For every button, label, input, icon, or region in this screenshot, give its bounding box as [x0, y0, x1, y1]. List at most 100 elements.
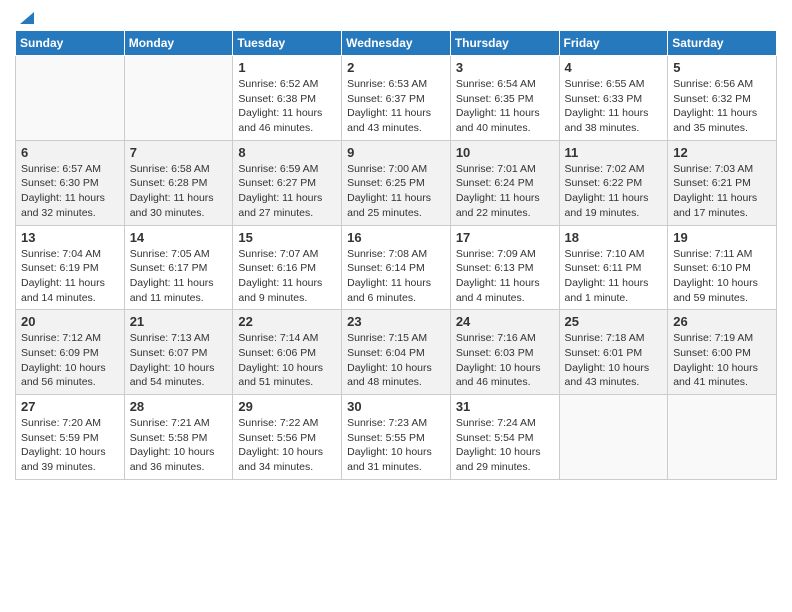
- calendar-day-cell: 1 Sunrise: 6:52 AM Sunset: 6:38 PM Daylig…: [233, 56, 342, 141]
- calendar-day-cell: [668, 395, 777, 480]
- day-number: 1: [238, 60, 336, 75]
- day-detail: Sunrise: 7:22 AM Sunset: 5:56 PM Dayligh…: [238, 416, 336, 475]
- calendar-day-cell: 6Sunrise: 6:57 AM Sunset: 6:30 PM Daylig…: [16, 140, 125, 225]
- day-number: 14: [130, 230, 228, 245]
- day-number: 5: [673, 60, 771, 75]
- calendar-week-row: 27Sunrise: 7:20 AM Sunset: 5:59 PM Dayli…: [16, 395, 777, 480]
- day-number: 8: [238, 145, 336, 160]
- calendar-week-row: 1 Sunrise: 6:52 AM Sunset: 6:38 PM Daylig…: [16, 56, 777, 141]
- calendar-day-cell: 4 Sunrise: 6:55 AM Sunset: 6:33 PM Daylig…: [559, 56, 668, 141]
- calendar-day-header: Tuesday: [233, 31, 342, 56]
- logo: [15, 10, 34, 22]
- calendar-day-cell: 26 Sunrise: 7:19 AM Sunset: 6:00 PM Dayli…: [668, 310, 777, 395]
- calendar-week-row: 6Sunrise: 6:57 AM Sunset: 6:30 PM Daylig…: [16, 140, 777, 225]
- calendar-day-cell: 22Sunrise: 7:14 AM Sunset: 6:06 PM Dayli…: [233, 310, 342, 395]
- day-detail: Sunrise: 7:09 AM Sunset: 6:13 PM Dayligh…: [456, 247, 554, 306]
- calendar-day-cell: 23 Sunrise: 7:15 AM Sunset: 6:04 PM Dayli…: [342, 310, 451, 395]
- day-detail: Sunrise: 7:02 AM Sunset: 6:22 PM Dayligh…: [565, 162, 663, 221]
- day-number: 22: [238, 314, 336, 329]
- calendar-day-cell: 31Sunrise: 7:24 AM Sunset: 5:54 PM Dayli…: [450, 395, 559, 480]
- day-detail: Sunrise: 6:52 AM Sunset: 6:38 PM Dayligh…: [238, 77, 336, 136]
- day-detail: Sunrise: 7:21 AM Sunset: 5:58 PM Dayligh…: [130, 416, 228, 475]
- calendar-day-cell: 15 Sunrise: 7:07 AM Sunset: 6:16 PM Dayli…: [233, 225, 342, 310]
- day-detail: Sunrise: 6:58 AM Sunset: 6:28 PM Dayligh…: [130, 162, 228, 221]
- day-number: 24: [456, 314, 554, 329]
- calendar-day-cell: [124, 56, 233, 141]
- calendar-day-cell: [16, 56, 125, 141]
- calendar-day-cell: 5 Sunrise: 6:56 AM Sunset: 6:32 PM Daylig…: [668, 56, 777, 141]
- day-number: 11: [565, 145, 663, 160]
- calendar-day-cell: 20 Sunrise: 7:12 AM Sunset: 6:09 PM Dayli…: [16, 310, 125, 395]
- logo-triangle-icon: [16, 8, 34, 26]
- calendar-day-cell: 2 Sunrise: 6:53 AM Sunset: 6:37 PM Daylig…: [342, 56, 451, 141]
- day-number: 23: [347, 314, 445, 329]
- calendar-day-header: Thursday: [450, 31, 559, 56]
- day-detail: Sunrise: 6:56 AM Sunset: 6:32 PM Dayligh…: [673, 77, 771, 136]
- calendar-table: SundayMondayTuesdayWednesdayThursdayFrid…: [15, 30, 777, 480]
- day-number: 16: [347, 230, 445, 245]
- day-number: 7: [130, 145, 228, 160]
- calendar-day-header: Wednesday: [342, 31, 451, 56]
- day-number: 17: [456, 230, 554, 245]
- day-number: 2: [347, 60, 445, 75]
- day-number: 31: [456, 399, 554, 414]
- day-detail: Sunrise: 7:12 AM Sunset: 6:09 PM Dayligh…: [21, 331, 119, 390]
- day-number: 20: [21, 314, 119, 329]
- day-number: 26: [673, 314, 771, 329]
- calendar-day-cell: 13Sunrise: 7:04 AM Sunset: 6:19 PM Dayli…: [16, 225, 125, 310]
- calendar-day-cell: 19Sunrise: 7:11 AM Sunset: 6:10 PM Dayli…: [668, 225, 777, 310]
- calendar-day-header: Monday: [124, 31, 233, 56]
- day-number: 9: [347, 145, 445, 160]
- day-number: 18: [565, 230, 663, 245]
- day-number: 10: [456, 145, 554, 160]
- day-number: 30: [347, 399, 445, 414]
- day-detail: Sunrise: 7:07 AM Sunset: 6:16 PM Dayligh…: [238, 247, 336, 306]
- calendar-week-row: 13Sunrise: 7:04 AM Sunset: 6:19 PM Dayli…: [16, 225, 777, 310]
- calendar-day-header: Saturday: [668, 31, 777, 56]
- calendar-day-cell: 17 Sunrise: 7:09 AM Sunset: 6:13 PM Dayli…: [450, 225, 559, 310]
- day-number: 21: [130, 314, 228, 329]
- day-detail: Sunrise: 7:16 AM Sunset: 6:03 PM Dayligh…: [456, 331, 554, 390]
- day-detail: Sunrise: 6:55 AM Sunset: 6:33 PM Dayligh…: [565, 77, 663, 136]
- calendar-day-header: Friday: [559, 31, 668, 56]
- day-detail: Sunrise: 7:01 AM Sunset: 6:24 PM Dayligh…: [456, 162, 554, 221]
- day-detail: Sunrise: 6:53 AM Sunset: 6:37 PM Dayligh…: [347, 77, 445, 136]
- day-detail: Sunrise: 6:59 AM Sunset: 6:27 PM Dayligh…: [238, 162, 336, 221]
- day-detail: Sunrise: 7:05 AM Sunset: 6:17 PM Dayligh…: [130, 247, 228, 306]
- day-number: 29: [238, 399, 336, 414]
- calendar-day-cell: 14 Sunrise: 7:05 AM Sunset: 6:17 PM Dayli…: [124, 225, 233, 310]
- day-detail: Sunrise: 7:18 AM Sunset: 6:01 PM Dayligh…: [565, 331, 663, 390]
- day-detail: Sunrise: 7:23 AM Sunset: 5:55 PM Dayligh…: [347, 416, 445, 475]
- calendar-day-cell: 24 Sunrise: 7:16 AM Sunset: 6:03 PM Dayli…: [450, 310, 559, 395]
- day-detail: Sunrise: 7:19 AM Sunset: 6:00 PM Dayligh…: [673, 331, 771, 390]
- calendar-week-row: 20 Sunrise: 7:12 AM Sunset: 6:09 PM Dayli…: [16, 310, 777, 395]
- day-detail: Sunrise: 7:15 AM Sunset: 6:04 PM Dayligh…: [347, 331, 445, 390]
- calendar-day-cell: 29 Sunrise: 7:22 AM Sunset: 5:56 PM Dayli…: [233, 395, 342, 480]
- calendar-day-header: Sunday: [16, 31, 125, 56]
- day-number: 15: [238, 230, 336, 245]
- calendar-day-cell: 30 Sunrise: 7:23 AM Sunset: 5:55 PM Dayli…: [342, 395, 451, 480]
- day-number: 25: [565, 314, 663, 329]
- calendar-day-cell: 16 Sunrise: 7:08 AM Sunset: 6:14 PM Dayli…: [342, 225, 451, 310]
- day-number: 4: [565, 60, 663, 75]
- day-detail: Sunrise: 7:08 AM Sunset: 6:14 PM Dayligh…: [347, 247, 445, 306]
- day-number: 6: [21, 145, 119, 160]
- calendar-day-cell: 10 Sunrise: 7:01 AM Sunset: 6:24 PM Dayli…: [450, 140, 559, 225]
- day-detail: Sunrise: 7:04 AM Sunset: 6:19 PM Dayligh…: [21, 247, 119, 306]
- calendar-day-cell: 25 Sunrise: 7:18 AM Sunset: 6:01 PM Dayli…: [559, 310, 668, 395]
- calendar-day-cell: 28 Sunrise: 7:21 AM Sunset: 5:58 PM Dayli…: [124, 395, 233, 480]
- calendar-header-row: SundayMondayTuesdayWednesdayThursdayFrid…: [16, 31, 777, 56]
- page-header: [15, 10, 777, 22]
- day-detail: Sunrise: 6:54 AM Sunset: 6:35 PM Dayligh…: [456, 77, 554, 136]
- calendar-day-cell: 18Sunrise: 7:10 AM Sunset: 6:11 PM Dayli…: [559, 225, 668, 310]
- day-number: 12: [673, 145, 771, 160]
- calendar-day-cell: 11 Sunrise: 7:02 AM Sunset: 6:22 PM Dayli…: [559, 140, 668, 225]
- day-detail: Sunrise: 7:11 AM Sunset: 6:10 PM Dayligh…: [673, 247, 771, 306]
- day-detail: Sunrise: 7:00 AM Sunset: 6:25 PM Dayligh…: [347, 162, 445, 221]
- calendar-day-cell: 8 Sunrise: 6:59 AM Sunset: 6:27 PM Daylig…: [233, 140, 342, 225]
- calendar-day-cell: 9 Sunrise: 7:00 AM Sunset: 6:25 PM Daylig…: [342, 140, 451, 225]
- day-number: 28: [130, 399, 228, 414]
- calendar-day-cell: [559, 395, 668, 480]
- day-detail: Sunrise: 7:13 AM Sunset: 6:07 PM Dayligh…: [130, 331, 228, 390]
- calendar-day-cell: 27Sunrise: 7:20 AM Sunset: 5:59 PM Dayli…: [16, 395, 125, 480]
